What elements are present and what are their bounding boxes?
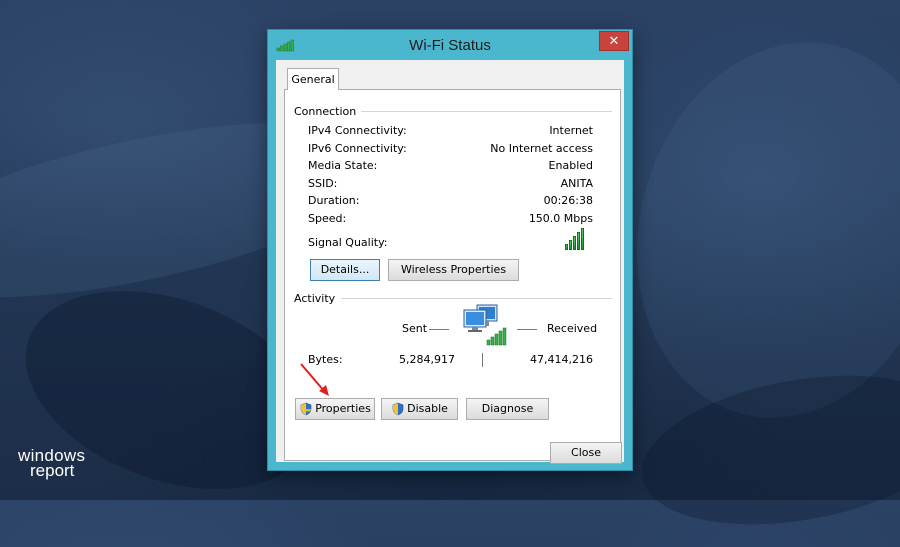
diagnose-button[interactable]: Diagnose — [466, 398, 549, 420]
signal-quality-bars-icon — [565, 228, 584, 250]
windows-report-watermark: windows report — [18, 447, 85, 480]
duration-label: Duration: — [308, 194, 360, 207]
bytes-received-value: 47,414,216 — [530, 353, 593, 366]
duration-value: 00:26:38 — [543, 194, 593, 207]
received-line — [517, 329, 537, 330]
signal-bar — [573, 236, 576, 250]
properties-button[interactable]: Properties — [295, 398, 375, 420]
ipv6-value: No Internet access — [490, 142, 593, 155]
button-content: Properties — [299, 399, 371, 419]
tab-general[interactable]: General — [287, 68, 339, 90]
activity-section-label: Activity — [294, 292, 336, 305]
section-divider — [341, 298, 612, 299]
sent-line — [429, 329, 449, 330]
ipv6-label: IPv6 Connectivity: — [308, 142, 407, 155]
signal-bar — [581, 228, 584, 250]
title-bar[interactable]: Wi-Fi Status ✕ — [268, 30, 632, 60]
ssid-value: ANITA — [560, 177, 593, 190]
background-fold — [595, 7, 900, 453]
disable-button[interactable]: Disable — [381, 398, 458, 420]
dialog-client-area: General Connection IPv4 Connectivity: In… — [276, 60, 624, 462]
uac-shield-icon — [300, 402, 312, 416]
ipv4-label: IPv4 Connectivity: — [308, 124, 407, 137]
sent-label: Sent — [402, 322, 428, 335]
close-button[interactable]: Close — [550, 442, 622, 464]
properties-label: Properties — [315, 402, 371, 415]
bytes-sent-value: 5,284,917 — [399, 353, 455, 366]
signal-quality-label: Signal Quality: — [308, 236, 388, 249]
speed-label: Speed: — [308, 212, 347, 225]
close-window-button[interactable]: ✕ — [599, 31, 629, 51]
signal-bar — [577, 232, 580, 250]
window-title: Wi-Fi Status — [409, 37, 491, 54]
wifi-status-dialog: Wi-Fi Status ✕ General Connection IPv4 C… — [268, 30, 632, 470]
section-divider — [361, 111, 612, 112]
connection-section-label: Connection — [294, 105, 357, 118]
watermark-line2: report — [30, 461, 75, 480]
bytes-divider — [482, 353, 483, 367]
speed-value: 150.0 Mbps — [528, 212, 593, 225]
signal-bar — [565, 244, 568, 250]
background-fold — [630, 353, 900, 547]
red-arrow-annotation — [300, 363, 329, 396]
network-computers-icon — [463, 304, 507, 346]
uac-shield-icon — [392, 402, 404, 416]
button-content: Disable — [391, 399, 448, 419]
ipv4-value: Internet — [549, 124, 593, 137]
media-state-value: Enabled — [548, 159, 593, 172]
general-tab-panel: Connection IPv4 Connectivity: Internet I… — [284, 89, 621, 461]
disable-label: Disable — [407, 402, 448, 415]
details-button[interactable]: Details... — [310, 259, 380, 281]
received-label: Received — [547, 322, 598, 335]
signal-bar — [569, 240, 572, 250]
wireless-properties-button[interactable]: Wireless Properties — [388, 259, 519, 281]
ssid-label: SSID: — [308, 177, 338, 190]
media-state-label: Media State: — [308, 159, 378, 172]
